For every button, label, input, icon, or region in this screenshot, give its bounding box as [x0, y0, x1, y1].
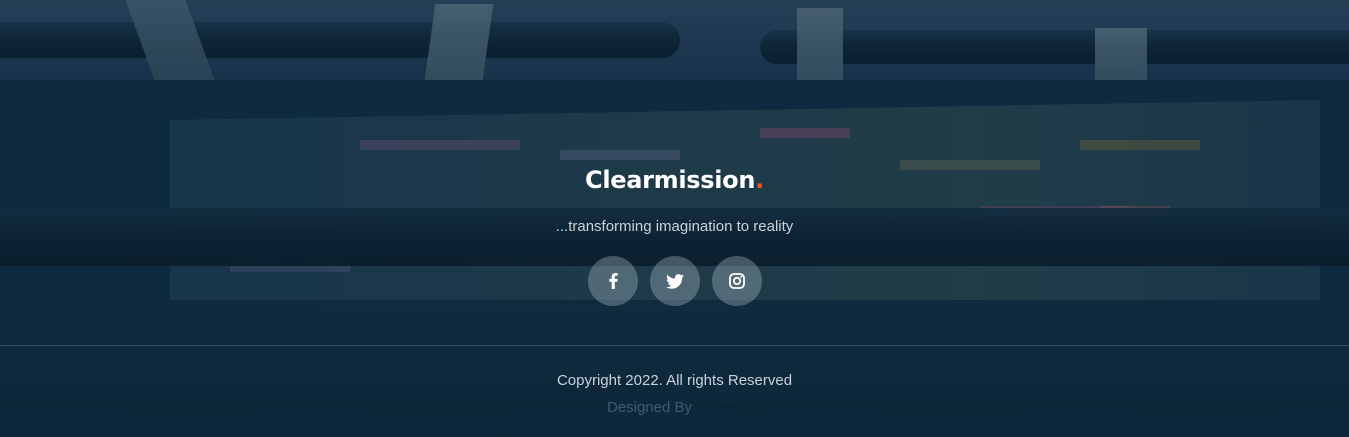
- brand-dot: .: [755, 166, 764, 194]
- instagram-button[interactable]: [712, 256, 762, 306]
- social-links: [588, 256, 762, 306]
- facebook-icon: [608, 273, 618, 289]
- twitter-icon: [666, 273, 684, 289]
- brand-name: Clearmission: [585, 166, 756, 194]
- brand-logo[interactable]: Clearmission.: [0, 166, 1349, 194]
- footer-content: Clearmission. ...transforming imaginatio…: [0, 0, 1349, 437]
- instagram-icon: [729, 273, 745, 289]
- designed-by: Designed By Sultani: [0, 399, 1349, 416]
- copyright-text: Copyright 2022. All rights Reserved: [556, 372, 793, 389]
- tagline: ...transforming imagination to reality: [555, 218, 794, 235]
- designed-by-label: Designed By: [606, 399, 692, 416]
- site-footer: Clearmission. ...transforming imaginatio…: [0, 0, 1349, 437]
- designer-link[interactable]: Sultani: [696, 399, 742, 416]
- facebook-button[interactable]: [588, 256, 638, 306]
- twitter-button[interactable]: [650, 256, 700, 306]
